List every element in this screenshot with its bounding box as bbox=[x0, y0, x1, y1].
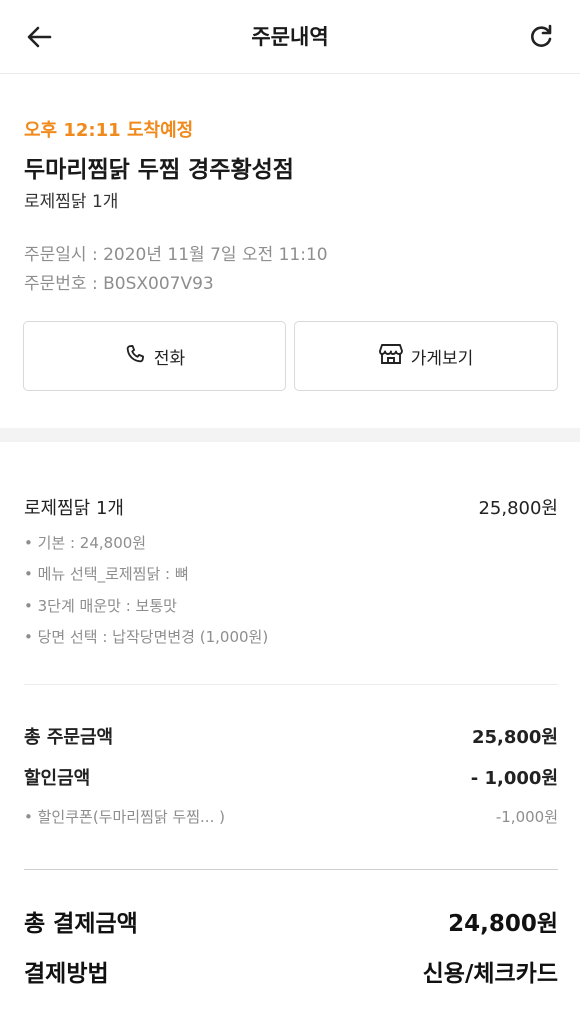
store-view-label: 가게보기 bbox=[410, 348, 474, 369]
payment-method-value: 신용/체크카드 bbox=[422, 961, 558, 987]
coupon-value: -1,000원 bbox=[495, 808, 558, 826]
order-number: 주문번호 : B0SX007V93 bbox=[24, 274, 214, 294]
menu-option: • 당면 선택 : 납작당면변경 (1,000원) bbox=[24, 628, 269, 646]
store-name: 두마리찜닭 두찜 경주황성점 bbox=[24, 157, 294, 183]
payment-method-row: 결제방법 신용/체크카드 bbox=[24, 954, 558, 988]
coupon-row: • 할인쿠폰(두마리찜닭 두찜... ) -1,000원 bbox=[24, 806, 558, 827]
order-total-value: 25,800원 bbox=[471, 727, 558, 748]
order-summary: 로제찜닭 1개 bbox=[24, 192, 119, 212]
section-gap bbox=[0, 428, 580, 442]
discount-value: - 1,000원 bbox=[470, 768, 558, 789]
menu-option: • 기본 : 24,800원 bbox=[24, 534, 147, 552]
coupon-label: • 할인쿠폰(두마리찜닭 두찜... ) bbox=[24, 808, 225, 826]
order-date: 주문일시 : 2020년 11월 7일 오전 11:10 bbox=[24, 245, 328, 265]
discount-label: 할인금액 bbox=[24, 768, 91, 789]
order-detail-section: 로제찜닭 1개 25,800원 • 기본 : 24,800원 • 메뉴 선택_로… bbox=[0, 442, 580, 1018]
order-total-label: 총 주문금액 bbox=[24, 727, 114, 748]
call-button[interactable]: 전화 bbox=[23, 321, 286, 391]
menu-item-price: 25,800원 bbox=[478, 498, 558, 519]
divider bbox=[24, 684, 558, 685]
payment-total-row: 총 결제금액 24,800원 bbox=[24, 904, 558, 938]
call-label: 전화 bbox=[153, 348, 186, 369]
menu-option: • 3단계 매운맛 : 보통맛 bbox=[24, 597, 177, 615]
app-header: 주문내역 bbox=[0, 0, 580, 74]
discount-row: 할인금액 - 1,000원 bbox=[24, 764, 558, 790]
store-icon bbox=[378, 343, 411, 370]
page-title: 주문내역 bbox=[251, 25, 329, 49]
menu-option: • 메뉴 선택_로제찜닭 : 뼈 bbox=[24, 565, 189, 583]
payment-total-label: 총 결제금액 bbox=[24, 911, 138, 937]
menu-item-name: 로제찜닭 1개 bbox=[24, 498, 124, 519]
payment-total-value: 24,800원 bbox=[448, 911, 558, 937]
menu-item-row: 로제찜닭 1개 25,800원 bbox=[24, 494, 558, 520]
store-info-section: 오후 12:11 도착예정 두마리찜닭 두찜 경주황성점 로제찜닭 1개 주문일… bbox=[0, 74, 580, 428]
eta-text: 오후 12:11 도착예정 bbox=[24, 120, 194, 141]
store-view-button[interactable]: 가게보기 bbox=[294, 321, 558, 391]
refresh-icon[interactable] bbox=[526, 22, 556, 52]
order-total-row: 총 주문금액 25,800원 bbox=[24, 723, 558, 749]
payment-method-label: 결제방법 bbox=[24, 961, 109, 987]
phone-icon bbox=[124, 343, 154, 370]
divider bbox=[24, 869, 558, 870]
